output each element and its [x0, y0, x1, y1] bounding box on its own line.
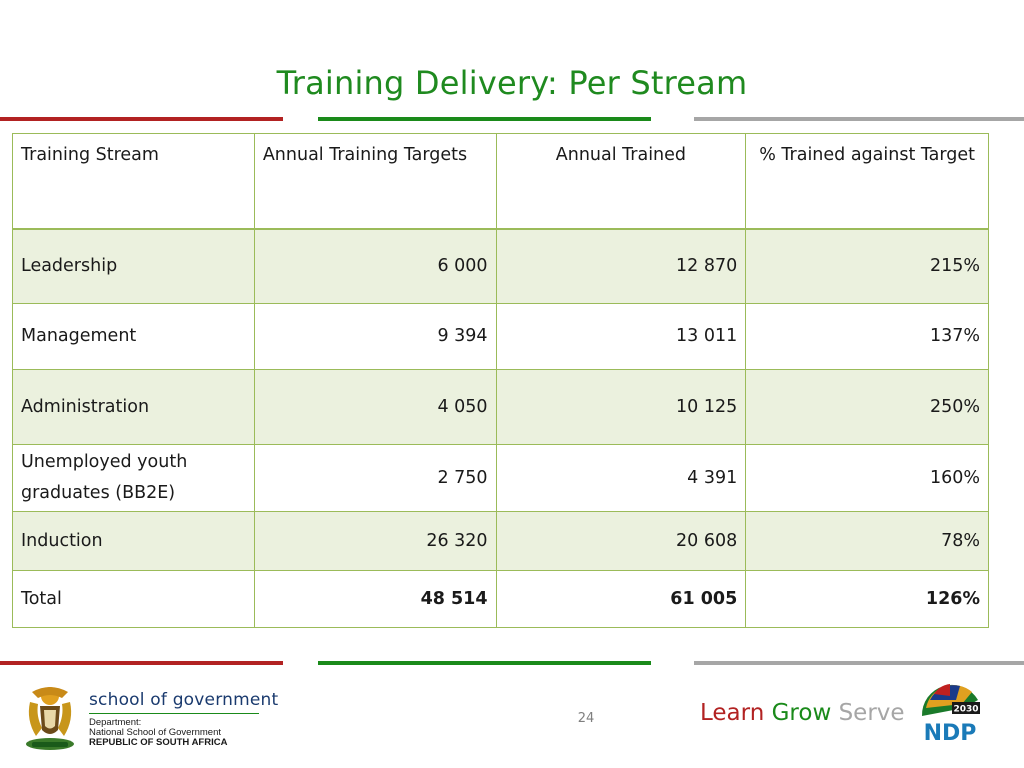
cell-target: 26 320 — [253, 511, 497, 571]
cell-percent: 137% — [745, 303, 989, 370]
cell-stream: Administration — [12, 369, 255, 445]
school-of-government-logo-text: school of government — [89, 690, 279, 710]
slogan-serve: Serve — [838, 700, 905, 726]
cell-trained: 20 608 — [495, 511, 747, 571]
cell-percent: 126% — [745, 570, 989, 628]
bottom-divider-grey — [694, 661, 1024, 665]
cell-target: 9 394 — [253, 303, 497, 370]
cell-percent: 78% — [745, 511, 989, 571]
training-table: Training Stream Annual Training Targets … — [12, 133, 989, 628]
bottom-divider-green — [318, 661, 651, 665]
table-row: Unemployed youth graduates (BB2E) 2 750 … — [12, 444, 989, 512]
country-name: REPUBLIC OF SOUTH AFRICA — [89, 737, 228, 748]
cell-stream: Total — [12, 570, 255, 628]
ndp-logo-text: NDP — [924, 721, 977, 746]
table-row-total: Total 48 514 61 005 126% — [12, 570, 989, 628]
cell-stream: Induction — [12, 511, 255, 571]
cell-trained: 13 011 — [495, 303, 747, 370]
cell-percent: 215% — [745, 228, 989, 304]
top-divider-red — [0, 117, 283, 121]
coat-of-arms-icon — [26, 687, 74, 750]
bottom-divider-red — [0, 661, 283, 665]
ndp-year: 2030 — [953, 705, 978, 715]
table-row: Administration 4 050 10 125 250% — [12, 369, 989, 445]
top-divider-grey — [694, 117, 1024, 121]
cell-stream: Unemployed youth graduates (BB2E) — [12, 444, 255, 512]
cell-trained: 12 870 — [495, 228, 747, 304]
cell-trained: 4 391 — [495, 444, 747, 512]
table-header-row: Training Stream Annual Training Targets … — [12, 133, 989, 230]
cell-target: 48 514 — [253, 570, 497, 628]
cell-percent: 160% — [745, 444, 989, 512]
slide-title: Training Delivery: Per Stream — [276, 64, 748, 102]
cell-target: 2 750 — [253, 444, 497, 512]
header-annual-targets: Annual Training Targets — [253, 133, 497, 230]
header-annual-trained: Annual Trained — [495, 133, 747, 230]
cell-stream: Leadership — [12, 228, 255, 304]
slogan: Learn Grow Serve — [700, 700, 905, 726]
page-number: 24 — [577, 711, 595, 726]
header-training-stream: Training Stream — [12, 133, 255, 230]
table-row: Induction 26 320 20 608 78% — [12, 511, 989, 571]
table-row: Management 9 394 13 011 137% — [12, 303, 989, 370]
ndp-2030-logo-icon: 2030 NDP — [921, 684, 980, 746]
cell-target: 6 000 — [253, 228, 497, 304]
cell-stream: Management — [12, 303, 255, 370]
header-percent-trained: % Trained against Target — [745, 133, 989, 230]
slogan-learn: Learn — [700, 700, 765, 726]
cell-trained: 61 005 — [495, 570, 747, 628]
slogan-grow: Grow — [771, 700, 832, 726]
top-divider-green — [318, 117, 651, 121]
cell-percent: 250% — [745, 369, 989, 445]
cell-trained: 10 125 — [495, 369, 747, 445]
cell-target: 4 050 — [253, 369, 497, 445]
logo-underline — [89, 713, 259, 714]
table-row: Leadership 6 000 12 870 215% — [12, 228, 989, 304]
